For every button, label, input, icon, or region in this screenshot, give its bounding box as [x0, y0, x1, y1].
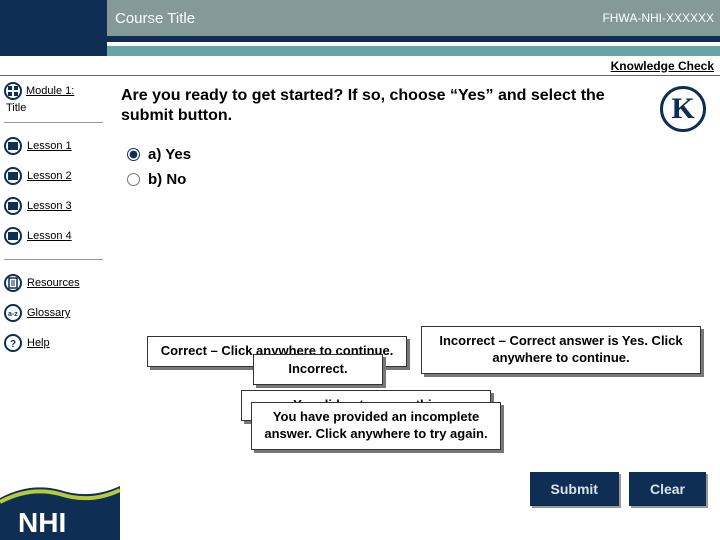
lesson-label: Lesson 4	[27, 230, 72, 242]
k-icon: K	[660, 86, 706, 132]
nhi-logo: NHI	[0, 480, 120, 540]
svg-text:?: ?	[10, 339, 16, 349]
answer-b-label: b) No	[148, 171, 186, 188]
book-icon	[4, 197, 22, 215]
svg-text:NHI: NHI	[18, 507, 66, 538]
main-content: Are you ready to get started? If so, cho…	[107, 76, 720, 540]
book-icon	[4, 167, 22, 185]
clear-button[interactable]: Clear	[629, 472, 706, 506]
answer-a-radio[interactable]	[127, 148, 140, 161]
module-heading: Module 1:	[4, 82, 103, 100]
knowledge-check-label: Knowledge Check	[611, 59, 714, 73]
svg-text:a-z: a-z	[8, 311, 18, 318]
sidebar-item-lesson-1[interactable]: Lesson 1	[4, 131, 103, 161]
question-text: Are you ready to get started? If so, cho…	[121, 86, 650, 126]
feedback-incomplete[interactable]: You have provided an incomplete answer. …	[251, 402, 501, 450]
answer-b-radio[interactable]	[127, 173, 140, 186]
question-icon: ?	[4, 334, 22, 352]
course-code: FHWA-NHI-XXXXXX	[602, 11, 720, 25]
doc-icon	[4, 274, 22, 292]
knowledge-check-bar: Knowledge Check	[0, 56, 720, 76]
feedback-incorrect-label[interactable]: Incorrect.	[253, 354, 383, 385]
lesson-label: Lesson 1	[27, 140, 72, 152]
book-icon	[4, 227, 22, 245]
header-bar: Course Title FHWA-NHI-XXXXXX	[0, 0, 720, 36]
sidebar-item-lesson-4[interactable]: Lesson 4	[4, 221, 103, 251]
answer-b[interactable]: b) No	[127, 171, 706, 188]
sidebar-item-resources[interactable]: Resources	[4, 268, 103, 298]
header-accent	[0, 46, 720, 56]
answer-list: a) Yes b) No	[127, 146, 706, 188]
help-label: Help	[27, 337, 50, 349]
glossary-label: Glossary	[27, 307, 70, 319]
sidebar-item-glossary[interactable]: a-z Glossary	[4, 298, 103, 328]
module-label[interactable]: Module 1:	[26, 85, 74, 97]
resources-label: Resources	[27, 277, 80, 289]
lesson-label: Lesson 2	[27, 170, 72, 182]
answer-a-label: a) Yes	[148, 146, 191, 163]
az-icon: a-z	[4, 304, 22, 322]
sidebar-item-lesson-2[interactable]: Lesson 2	[4, 161, 103, 191]
sidebar-item-help[interactable]: ? Help	[4, 328, 103, 358]
module-title: Title	[6, 102, 103, 114]
sidebar: Module 1: Title Lesson 1 Lesson 2	[0, 76, 107, 540]
sidebar-divider	[4, 259, 103, 260]
course-title: Course Title	[107, 10, 602, 27]
header-logo-block	[0, 0, 107, 36]
lesson-label: Lesson 3	[27, 200, 72, 212]
grid-icon	[4, 82, 22, 100]
book-icon	[4, 137, 22, 155]
feedback-incorrect-answer[interactable]: Incorrect – Correct answer is Yes. Click…	[421, 326, 701, 374]
answer-a[interactable]: a) Yes	[127, 146, 706, 163]
sidebar-item-lesson-3[interactable]: Lesson 3	[4, 191, 103, 221]
sidebar-divider	[4, 122, 103, 123]
submit-button[interactable]: Submit	[530, 472, 619, 506]
